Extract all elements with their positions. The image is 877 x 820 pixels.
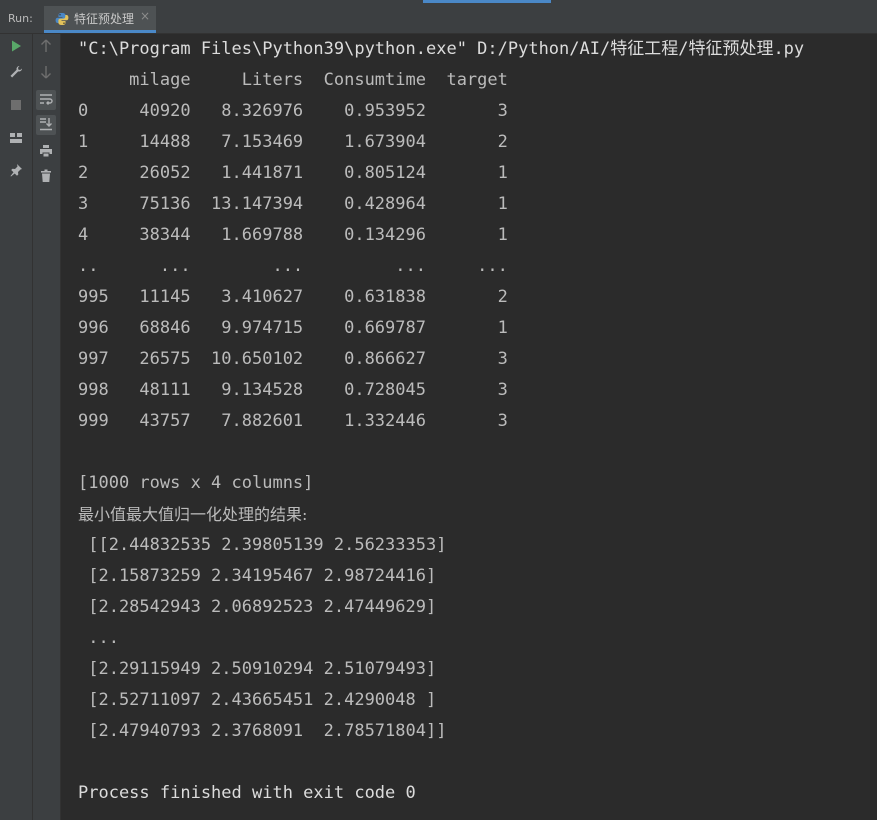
stop-icon [10,96,22,115]
tab-run-config[interactable]: 特征预处理 × [44,6,156,33]
arrow-down-icon [40,64,52,83]
run-label: Run: [8,12,33,25]
array-row: [2.29115949 2.50910294 2.51079493] [78,659,437,679]
array-ellipsis: ... [78,628,119,648]
print-button[interactable] [36,142,56,162]
rerun-button[interactable] [6,37,26,57]
stop-button[interactable] [6,95,26,115]
console-output[interactable]: "C:\Program Files\Python39\python.exe" D… [61,34,877,820]
command-line: "C:\Program Files\Python39\python.exe" D… [78,39,805,59]
pin-icon [9,162,23,181]
print-icon [39,143,53,162]
table-row: 996 68846 9.974715 0.669787 1 [78,318,508,338]
run-toolbar-primary [0,34,33,820]
array-row: [2.47940793 2.3768091 2.78571804]] [78,721,447,741]
clear-all-button[interactable] [36,167,56,187]
table-row: 999 43757 7.882601 1.332446 3 [78,411,508,431]
table-row: 2 26052 1.441871 0.805124 1 [78,163,508,183]
run-toolbar-secondary [33,34,61,820]
process-exit-message: Process finished with exit code 0 [78,783,416,803]
array-row: [2.15873259 2.34195467 2.98724416] [78,566,437,586]
scroll-to-end-button[interactable] [36,115,56,135]
trash-icon [40,168,52,187]
arrow-up-icon [40,38,52,57]
layout-icon [9,129,23,148]
table-row: 1 14488 7.153469 1.673904 2 [78,132,508,152]
restore-layout-button[interactable] [6,128,26,148]
table-ellipsis-row: .. ... ... ... ... [78,256,508,276]
table-row: 995 11145 3.410627 0.631838 2 [78,287,508,307]
scroll-to-end-icon [39,116,53,135]
table-row: 997 26575 10.650102 0.866627 3 [78,349,508,369]
soft-wrap-icon [39,91,53,110]
result-caption: 最小值最大值归一化处理的结果: [78,505,308,524]
wrench-icon [9,64,23,83]
run-tab-bar: Run: 特征预处理 × [0,3,877,34]
table-header: milage Liters Consumtime target [78,70,508,90]
table-row: 3 75136 13.147394 0.428964 1 [78,194,508,214]
table-summary: [1000 rows x 4 columns] [78,473,314,493]
array-row: [[2.44832535 2.39805139 2.56233353] [78,535,447,555]
close-tab-button[interactable]: × [140,9,150,23]
table-row: 4 38344 1.669788 0.134296 1 [78,225,508,245]
array-row: [2.52711097 2.43665451 2.4290048 ] [78,690,437,710]
next-occurrence-button[interactable] [36,63,56,83]
play-icon [9,38,23,57]
soft-wrap-button[interactable] [36,90,56,110]
edit-configuration-button[interactable] [6,63,26,83]
previous-occurrence-button[interactable] [36,37,56,57]
array-row: [2.28542943 2.06892523 2.47449629] [78,597,437,617]
pin-tab-button[interactable] [6,161,26,181]
tab-title: 特征预处理 [74,12,135,26]
python-file-icon [55,11,69,25]
table-row: 0 40920 8.326976 0.953952 3 [78,101,508,121]
table-row: 998 48111 9.134528 0.728045 3 [78,380,508,400]
